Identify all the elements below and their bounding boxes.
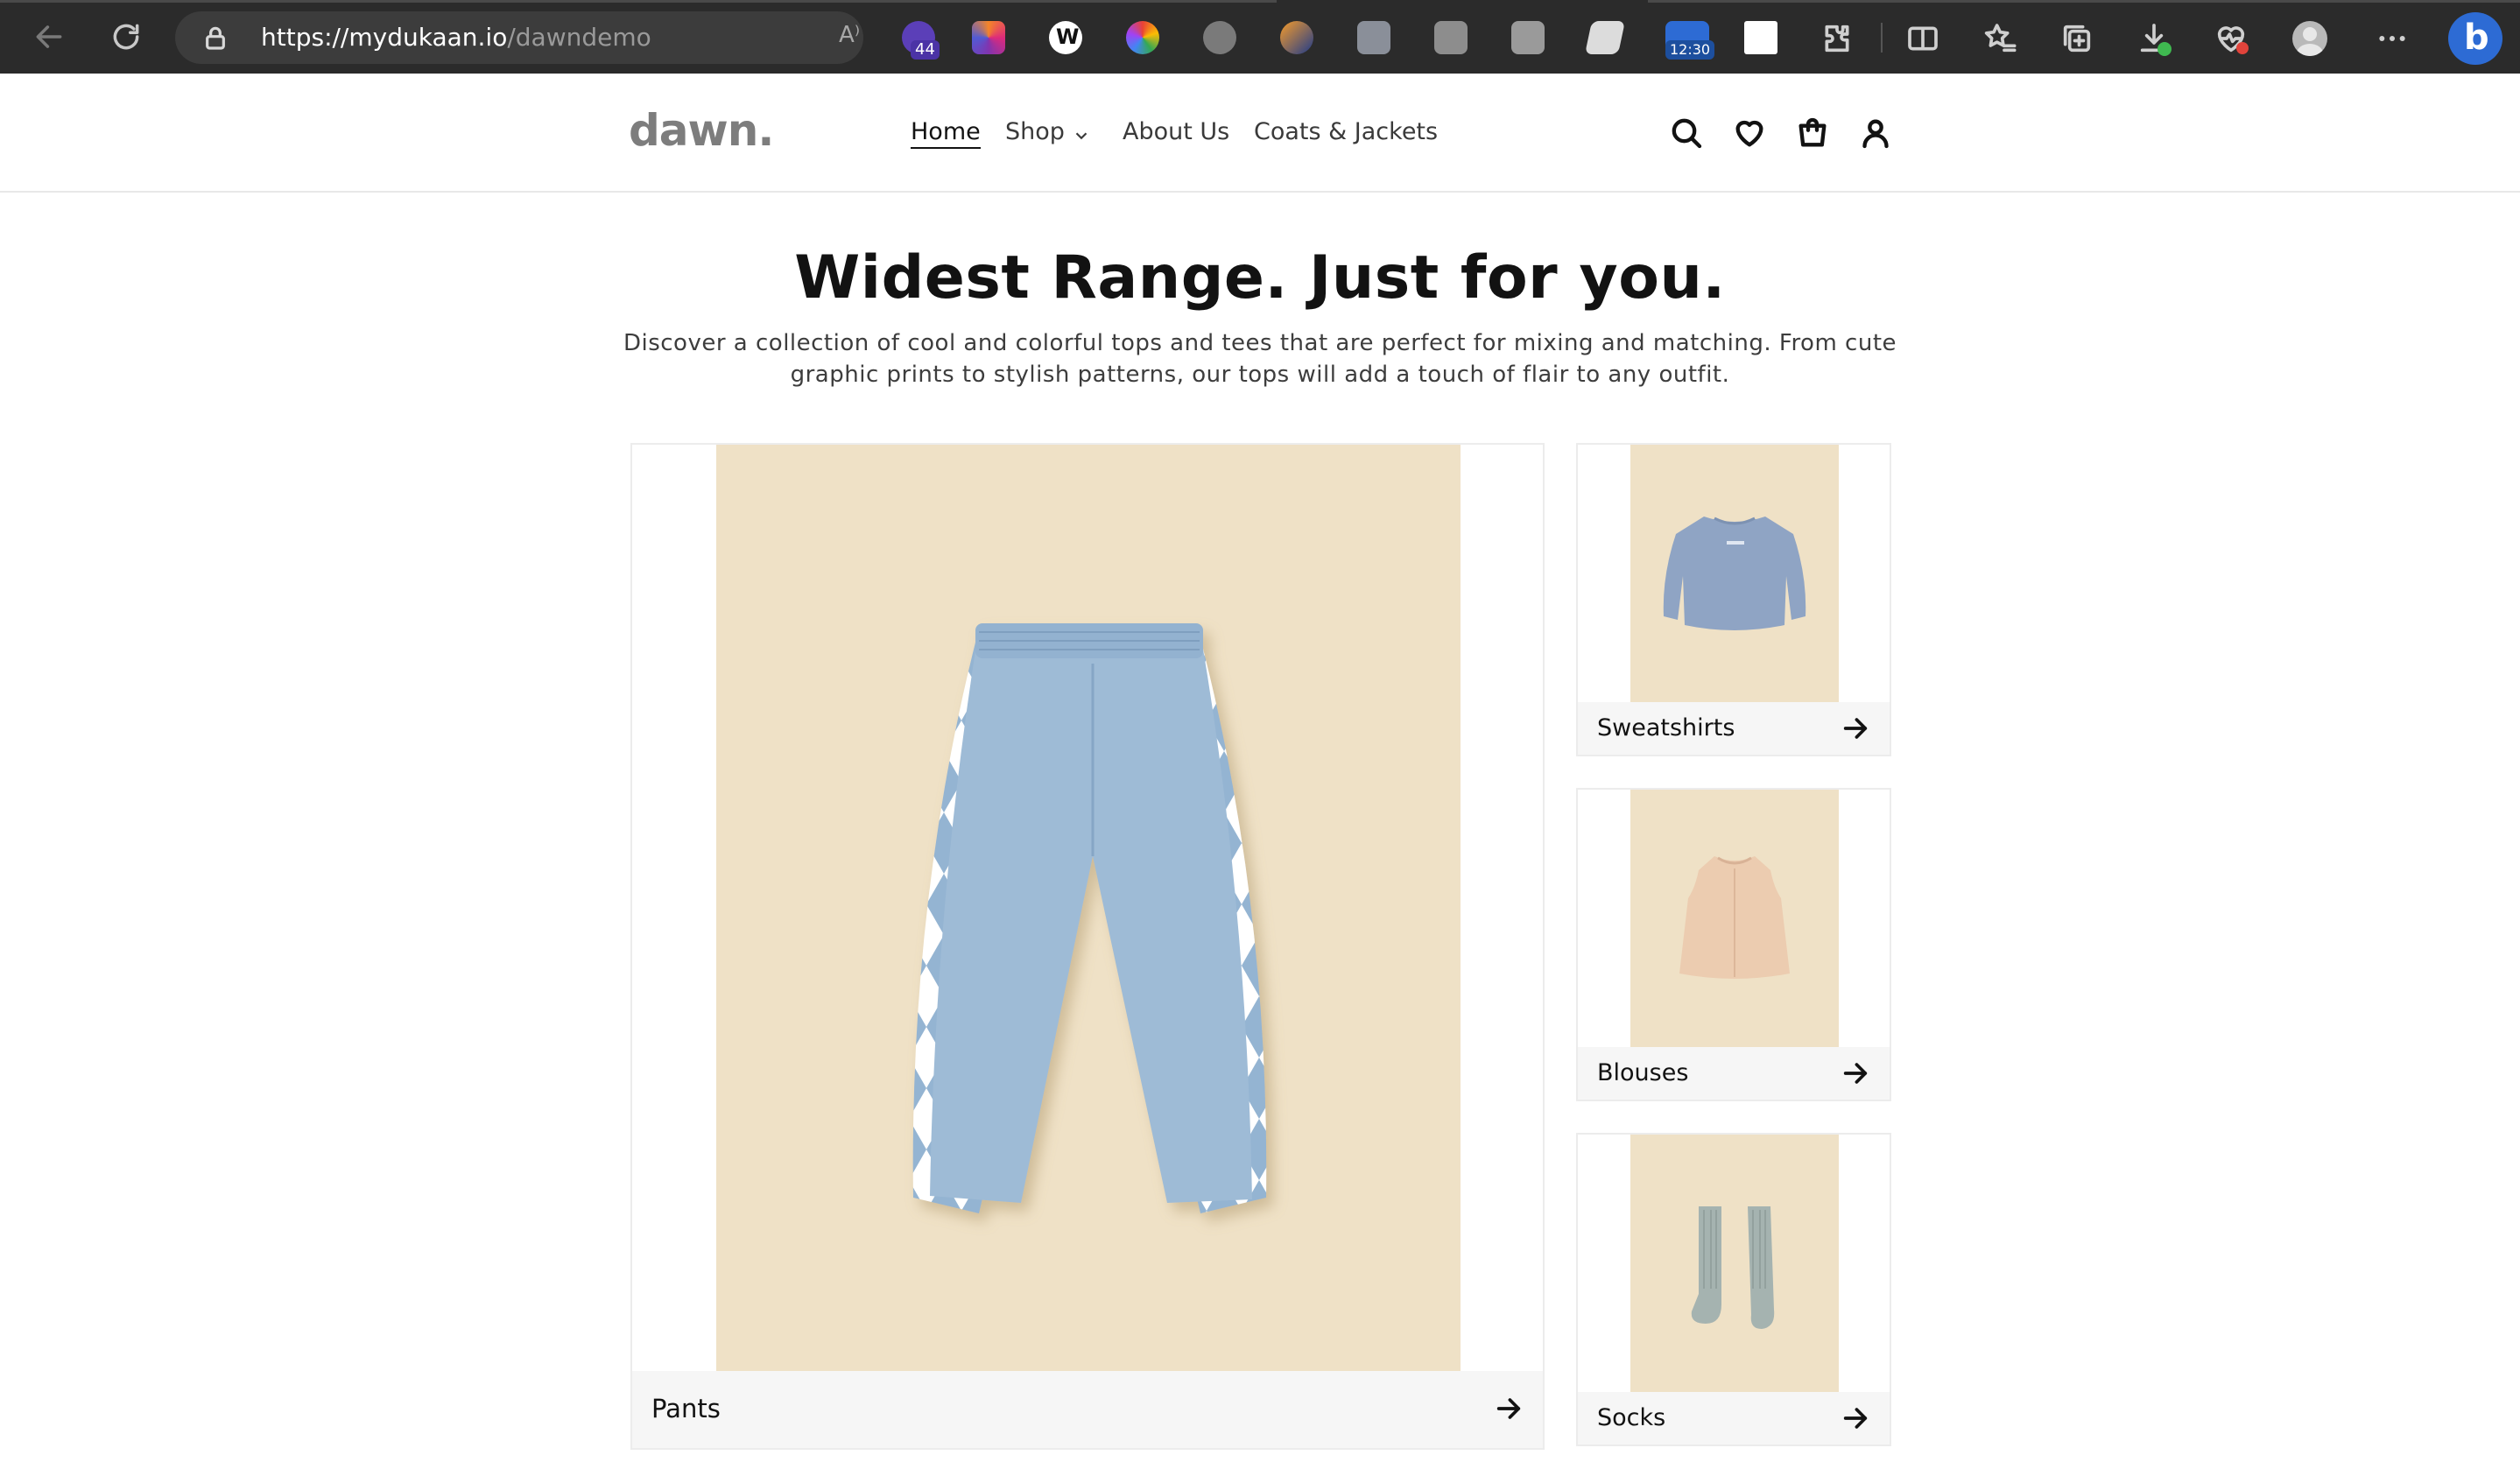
extensions-puzzle-icon[interactable] <box>1820 21 1855 56</box>
heart-icon[interactable] <box>1732 116 1767 151</box>
search-icon[interactable] <box>1669 116 1704 151</box>
collection-card-blouses[interactable]: Blouses <box>1576 788 1891 1101</box>
copilot-icon[interactable]: b <box>2448 12 2502 65</box>
blouse-illustration <box>1679 856 1790 979</box>
collection-card-pants[interactable]: Pants <box>630 443 1545 1450</box>
w-extension-glyph: W <box>1056 25 1080 49</box>
pants-illustration <box>912 623 1267 1213</box>
gray-extension-icon-2[interactable] <box>1511 21 1545 54</box>
lock-icon <box>201 24 229 52</box>
collection-label: Sweatshirts <box>1597 714 1735 742</box>
split-screen-icon[interactable] <box>1905 21 1940 56</box>
arrow-right-icon <box>1494 1394 1524 1423</box>
heart-alert-badge <box>2236 42 2249 54</box>
favorites-icon[interactable] <box>1982 21 2017 56</box>
profile-avatar[interactable] <box>2292 21 2327 56</box>
nav-coats-jackets[interactable]: Coats & Jackets <box>1254 117 1438 147</box>
sun-extension-icon[interactable] <box>1280 21 1313 54</box>
back-button[interactable] <box>30 18 68 56</box>
store-logo[interactable]: dawn. <box>629 105 774 156</box>
refresh-button[interactable] <box>107 18 145 56</box>
arrow-left-icon <box>36 25 62 48</box>
white-extension-icon[interactable] <box>1744 21 1777 54</box>
url-text[interactable]: https://mydukaan.io/dawndemo <box>261 24 651 52</box>
socks-caption[interactable]: Socks <box>1578 1392 1890 1444</box>
extension-icon-1[interactable]: 44 <box>902 21 940 60</box>
collection-card-socks[interactable]: Socks <box>1576 1133 1891 1446</box>
url-path: /dawndemo <box>507 23 651 52</box>
tab-strip-edge <box>0 0 1277 3</box>
gray-extension-icon[interactable] <box>1434 21 1468 54</box>
socks-image <box>1630 1135 1839 1394</box>
blouse-image <box>1630 790 1839 1049</box>
pants-caption[interactable]: Pants <box>632 1371 1543 1448</box>
color-wheel-extension-icon[interactable] <box>1126 21 1159 54</box>
nav-shop-label: Shop <box>1005 118 1065 145</box>
download-complete-badge <box>2157 42 2172 56</box>
arrow-right-icon <box>1841 713 1870 743</box>
toolbar-divider <box>1881 23 1883 53</box>
user-icon[interactable] <box>1858 116 1893 151</box>
url-host: https://mydukaan.io <box>261 23 508 52</box>
ticket-extension-icon[interactable] <box>1584 21 1626 54</box>
nav-about-us[interactable]: About Us <box>1123 117 1229 147</box>
nav-home[interactable]: Home <box>911 117 981 149</box>
socks-illustration <box>1691 1206 1775 1329</box>
refresh-icon <box>113 24 139 50</box>
sweatshirts-caption[interactable]: Sweatshirts <box>1578 702 1890 755</box>
site-header: dawn. Home Shop About Us Coats & Jackets <box>0 74 2520 193</box>
w-extension-icon[interactable]: W <box>1049 21 1082 54</box>
blouses-caption[interactable]: Blouses <box>1578 1047 1890 1100</box>
collections-icon[interactable] <box>2059 21 2094 56</box>
sweatshirt-image <box>1630 445 1839 704</box>
extension-badge: 44 <box>911 40 940 60</box>
instagram-extension-icon[interactable] <box>972 21 1005 54</box>
address-bar[interactable]: https://mydukaan.io/dawndemo A⁾ <box>175 11 1004 64</box>
clock-badge: 12:30 <box>1665 40 1715 60</box>
globe-extension-icon[interactable] <box>1203 21 1236 54</box>
code-extension-icon[interactable] <box>1357 21 1390 54</box>
collection-label: Blouses <box>1597 1059 1689 1086</box>
chevron-down-icon <box>1072 123 1091 143</box>
performance-heart-icon[interactable] <box>2214 21 2249 56</box>
browser-toolbar: https://mydukaan.io/dawndemo A⁾ 44 W 12:… <box>0 0 2520 74</box>
sweatshirt-illustration <box>1663 517 1806 630</box>
arrow-right-icon <box>1841 1058 1870 1088</box>
page-description: Discover a collection of cool and colorf… <box>623 330 1897 388</box>
avatar-body <box>2297 44 2323 56</box>
collection-card-sweatshirts[interactable]: Sweatshirts <box>1576 443 1891 756</box>
more-options-icon[interactable] <box>2375 21 2410 56</box>
tab-strip-edge <box>1648 0 2520 3</box>
downloads-icon[interactable] <box>2136 21 2172 56</box>
read-aloud-icon[interactable]: A⁾ <box>839 22 860 48</box>
arrow-right-icon <box>1841 1403 1870 1433</box>
avatar-head <box>2303 27 2317 41</box>
copilot-glyph: b <box>2464 18 2489 58</box>
pants-image <box>716 445 1461 1371</box>
page-heading: Widest Range. Just for you. <box>794 243 1726 313</box>
clock-extension-icon[interactable]: 12:30 <box>1665 21 1715 60</box>
bag-icon[interactable] <box>1795 116 1830 151</box>
nav-shop[interactable]: Shop <box>1005 117 1091 147</box>
collection-label: Pants <box>651 1394 721 1423</box>
collection-label: Socks <box>1597 1404 1666 1431</box>
